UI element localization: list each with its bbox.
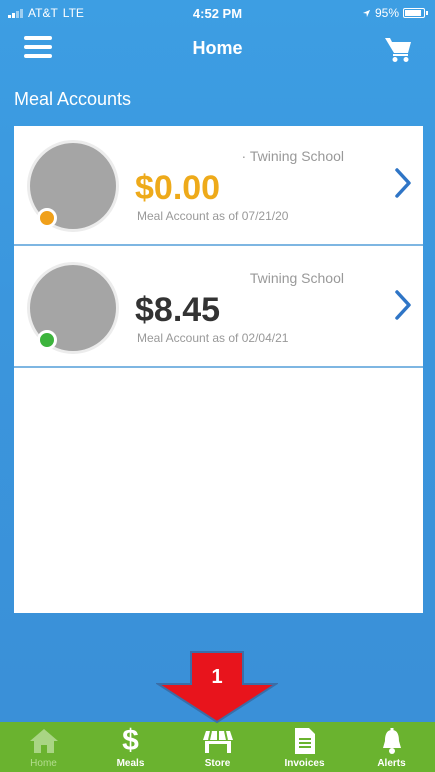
battery-percent: 95% xyxy=(374,6,399,20)
tab-label: Alerts xyxy=(377,758,406,769)
store-icon xyxy=(202,726,234,756)
tab-meals[interactable]: $ Meals xyxy=(87,722,174,772)
tab-home[interactable]: Home xyxy=(0,722,87,772)
page-title: Home xyxy=(192,38,243,58)
tab-label: Invoices xyxy=(284,758,325,769)
shopping-cart-icon[interactable] xyxy=(383,34,413,64)
balance-amount: $0.00 xyxy=(135,169,221,207)
status-dot xyxy=(37,330,57,350)
battery-icon xyxy=(403,8,428,18)
balance-amount: $8.45 xyxy=(135,291,221,329)
status-bar: AT&T LTE 4:52 PM 95% xyxy=(0,0,435,26)
battery-fill xyxy=(405,10,422,16)
nav-bar: Home xyxy=(0,28,435,68)
bottom-tab-bar: Home $ Meals Store Invoices Alerts xyxy=(0,722,435,772)
location-arrow-icon xyxy=(362,9,371,17)
bell-icon xyxy=(381,726,403,756)
tab-store[interactable]: Store xyxy=(174,722,261,772)
account-card-2[interactable]: Twining School $8.45 Meal Account as of … xyxy=(14,248,423,368)
account-card-1[interactable]: · Twining School $0.00 Meal Account as o… xyxy=(14,126,423,246)
dollar-icon: $ xyxy=(122,724,139,757)
tab-invoices[interactable]: Invoices xyxy=(261,722,348,772)
home-icon xyxy=(29,726,59,756)
document-icon xyxy=(293,726,317,756)
status-dot xyxy=(37,208,57,228)
chevron-right-icon[interactable] xyxy=(393,288,413,322)
school-name: Twining School xyxy=(249,270,344,286)
school-name: · Twining School xyxy=(241,148,344,164)
section-title: Meal Accounts xyxy=(14,89,132,109)
tab-label: Meals xyxy=(116,758,145,769)
status-right: 95% xyxy=(362,6,428,20)
tab-label: Store xyxy=(204,758,231,769)
chevron-right-icon[interactable] xyxy=(393,166,413,200)
accounts-panel: · Twining School $0.00 Meal Account as o… xyxy=(14,126,423,613)
balance-as-of: Meal Account as of 07/21/20 xyxy=(137,209,289,223)
tab-label: Home xyxy=(30,758,57,769)
balance-as-of: Meal Account as of 02/04/21 xyxy=(137,331,289,345)
tab-alerts[interactable]: Alerts xyxy=(348,722,435,772)
annotation-number: 1 xyxy=(211,666,223,688)
